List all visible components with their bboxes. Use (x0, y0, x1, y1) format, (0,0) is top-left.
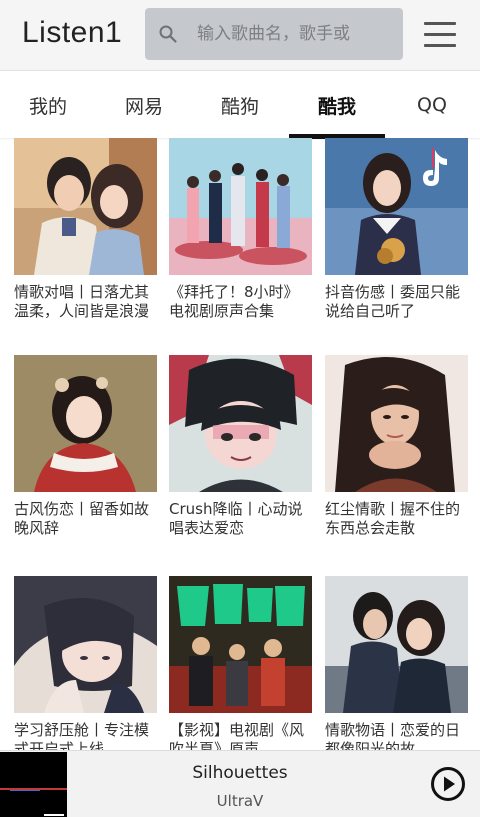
album-art[interactable] (0, 752, 67, 817)
couple-photo-cover (325, 576, 468, 713)
playlist-card[interactable]: 抖音伤感丨委屈只能说给自己听了 (325, 138, 468, 321)
song-artist: UltraV (216, 792, 264, 810)
playlist-card[interactable]: 古风伤恋丨留香如故晚风辞 (14, 355, 157, 538)
playlist-card[interactable]: 《拜托了！8小时》电视剧原声合集 (169, 138, 312, 321)
tab-kugou[interactable]: 酷狗 (192, 71, 288, 139)
playlist-card[interactable]: 情歌物语丨恋爱的日都像阳光的故 (325, 576, 468, 750)
album-art-image (0, 752, 67, 817)
woman-portrait-cover (325, 355, 468, 492)
play-button[interactable] (430, 766, 466, 802)
playlist-card[interactable]: 情歌对唱丨日落尤其温柔，人间皆是浪漫 (14, 138, 157, 321)
playlist-title: 情歌对唱丨日落尤其温柔，人间皆是浪漫 (14, 283, 150, 320)
tab-qq[interactable]: QQ (384, 71, 480, 139)
playlist-title: 学习舒压舱丨专注模式开启式上线 (14, 721, 150, 750)
search-icon (159, 25, 177, 43)
source-tabs: 我的 网易 酷狗 酷我 QQ (0, 70, 480, 139)
playlist-title: 【影视】电视剧《风吹半夏》原声 (169, 721, 305, 750)
playlist-card[interactable]: 红尘情歌丨握不住的东西总会走散 (325, 355, 468, 538)
now-playing-bar[interactable]: Silhouettes UltraV (0, 750, 480, 817)
playlist-card[interactable]: 【影视】电视剧《风吹半夏》原声 (169, 576, 312, 750)
ancient-style-girl-cover (14, 355, 157, 492)
drama-cast-cover (169, 138, 312, 275)
couple-cover (14, 138, 157, 275)
anime-girl-cover (14, 576, 157, 713)
tiktok-girl-cover (325, 138, 468, 275)
search-input[interactable] (197, 8, 397, 60)
playlist-title: 《拜托了！8小时》电视剧原声合集 (169, 283, 299, 320)
playlist-grid: 情歌对唱丨日落尤其温柔，人间皆是浪漫 《拜托了！8小时》电视剧原声合集 抖音伤感… (0, 138, 480, 750)
search-box[interactable] (145, 8, 403, 60)
anime-boy-cover (169, 355, 312, 492)
tab-netease[interactable]: 网易 (96, 71, 192, 139)
playlist-title: 红尘情歌丨握不住的东西总会走散 (325, 500, 461, 537)
tv-poster-cover (169, 576, 312, 713)
playlist-title: 情歌物语丨恋爱的日都像阳光的故 (325, 721, 461, 750)
app-title: Listen1 (22, 16, 123, 49)
playlist-card[interactable]: 学习舒压舱丨专注模式开启式上线 (14, 576, 157, 750)
menu-icon[interactable] (424, 22, 456, 48)
playlist-card[interactable]: Crush降临丨心动说唱表达爱恋 (169, 355, 312, 538)
song-title: Silhouettes (192, 763, 288, 783)
playlist-title: Crush降临丨心动说唱表达爱恋 (169, 500, 303, 537)
playlist-title: 古风伤恋丨留香如故晚风辞 (14, 500, 150, 537)
app-header: Listen1 (0, 0, 480, 70)
playlist-title: 抖音伤感丨委屈只能说给自己听了 (325, 283, 461, 320)
tab-mine[interactable]: 我的 (0, 71, 96, 139)
tab-kuwo[interactable]: 酷我 (289, 71, 385, 139)
